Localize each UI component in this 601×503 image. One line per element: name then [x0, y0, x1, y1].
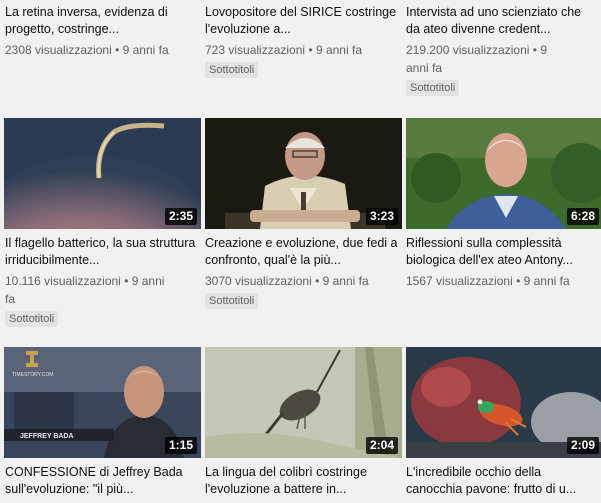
duration-badge: 2:09	[566, 437, 599, 454]
video-thumbnail[interactable]: 2:04	[205, 347, 402, 458]
subtitles-badge: Sottotitoli	[205, 62, 259, 78]
view-count: 723 visualizzazioni	[205, 43, 306, 57]
meta-separator: •	[315, 274, 320, 288]
video-thumbnail[interactable]: 6:28	[406, 118, 601, 229]
view-count: 10.116 visualizzazioni	[5, 274, 121, 288]
video-title[interactable]: Intervista ad uno scienziato che da ateo…	[406, 4, 596, 38]
video-card[interactable]: 2:09 L'incredibile occhio della canocchi…	[406, 347, 601, 498]
video-thumbnail[interactable]: 2:09	[406, 347, 601, 458]
video-card[interactable]: 2:35 Il flagello batterico, la sua strut…	[4, 118, 201, 327]
video-thumbnail[interactable]: 2:35	[4, 118, 201, 229]
video-title[interactable]: La lingua del colibrì costringe l'evoluz…	[205, 464, 402, 498]
upload-age: 9 anni fa	[322, 274, 369, 288]
upload-age: 9 anni fa	[315, 43, 362, 57]
meta-separator: •	[516, 274, 521, 288]
thumbnail-caption: JEFFREY BADA	[20, 433, 74, 440]
video-card[interactable]: 3:23 Creazione e evoluzione, due fedi a …	[205, 118, 402, 309]
duration-badge: 2:35	[164, 208, 197, 225]
video-meta: 1567 visualizzazioni • 9 anni fa	[406, 272, 596, 290]
view-count: 1567 visualizzazioni	[406, 274, 513, 288]
video-card[interactable]: 2:04 La lingua del colibrì costringe l'e…	[205, 347, 402, 498]
video-card[interactable]: La retina inversa, evidenza di progetto,…	[5, 4, 202, 59]
meta-separator: •	[308, 43, 313, 57]
view-count: 3070 visualizzazioni	[205, 274, 312, 288]
subtitles-badge: Sottotitoli	[205, 293, 259, 309]
video-title[interactable]: Riflessioni sulla complessità biologica …	[406, 235, 596, 269]
video-meta: 219.200 visualizzazioni • 9 anni fa	[406, 41, 556, 77]
view-count: 219.200 visualizzazioni	[406, 43, 530, 57]
duration-badge: 1:15	[164, 437, 197, 454]
video-thumbnail[interactable]: TIMESTORY.COM JEFFREY BADA 1:15	[4, 347, 201, 458]
video-title[interactable]: L'incredibile occhio della canocchia pav…	[406, 464, 596, 498]
subtitles-badge: Sottotitoli	[5, 311, 59, 327]
video-card[interactable]: 6:28 Riflessioni sulla complessità biolo…	[406, 118, 601, 290]
video-meta: 10.116 visualizzazioni • 9 anni fa	[5, 272, 165, 308]
video-title[interactable]: CONFESSIONE di Jeffrey Bada sull'evoluzi…	[5, 464, 201, 498]
meta-separator: •	[532, 43, 537, 57]
view-count: 2308 visualizzazioni	[5, 43, 112, 57]
video-meta: 3070 visualizzazioni • 9 anni fa	[205, 272, 402, 290]
video-title[interactable]: La retina inversa, evidenza di progetto,…	[5, 4, 202, 38]
video-thumbnail[interactable]: 3:23	[205, 118, 402, 229]
meta-separator: •	[115, 43, 120, 57]
video-card[interactable]: TIMESTORY.COM JEFFREY BADA 1:15 CONFESSI…	[4, 347, 201, 498]
video-meta: 723 visualizzazioni • 9 anni fa	[205, 41, 402, 59]
duration-badge: 3:23	[365, 208, 398, 225]
video-title[interactable]: Lovopositore del SIRICE costringe l'evol…	[205, 4, 402, 38]
upload-age: 9 anni fa	[122, 43, 169, 57]
video-title[interactable]: Creazione e evoluzione, due fedi a confr…	[205, 235, 402, 269]
video-card[interactable]: Intervista ad uno scienziato che da ateo…	[406, 4, 596, 96]
duration-badge: 6:28	[566, 208, 599, 225]
duration-badge: 2:04	[365, 437, 398, 454]
meta-separator: •	[124, 274, 129, 288]
video-card[interactable]: Lovopositore del SIRICE costringe l'evol…	[205, 4, 402, 78]
subtitles-badge: Sottotitoli	[406, 80, 460, 96]
video-meta: 2308 visualizzazioni • 9 anni fa	[5, 41, 202, 59]
upload-age: 9 anni fa	[523, 274, 570, 288]
video-title[interactable]: Il flagello batterico, la sua struttura …	[5, 235, 201, 269]
thumbnail-watermark: TIMESTORY.COM	[12, 372, 53, 378]
